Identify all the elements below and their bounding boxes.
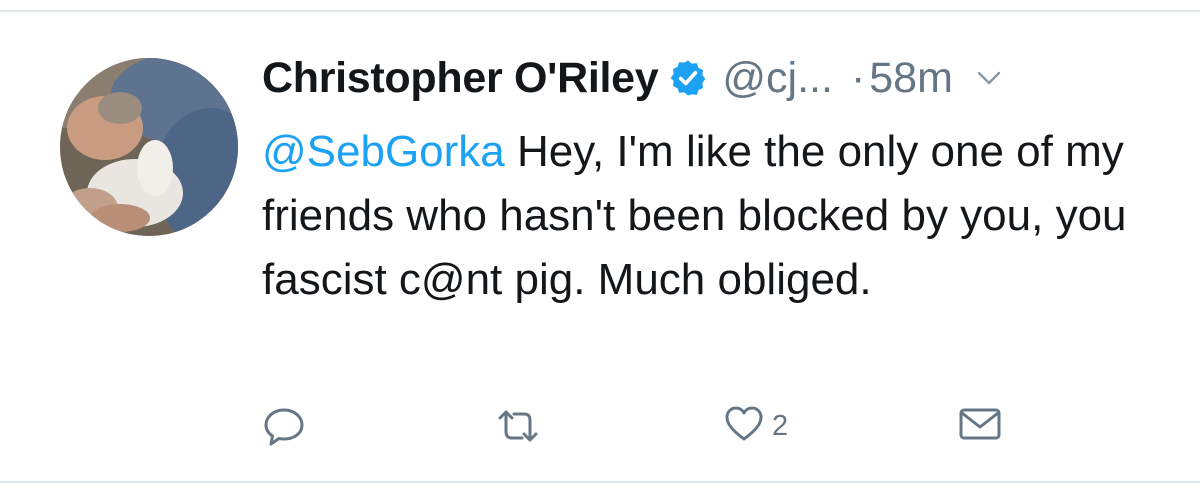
display-name[interactable]: Christopher O'Riley: [262, 54, 659, 103]
reply-button[interactable]: [262, 404, 306, 453]
action-bar: 2: [262, 404, 1022, 454]
direct-message-button[interactable]: [958, 404, 1002, 449]
tweet[interactable]: Christopher O'Riley @cj... · 58m @SebGor…: [0, 12, 1200, 481]
envelope-icon: [958, 404, 1002, 449]
bottom-divider: [0, 481, 1200, 483]
avatar-photo: [60, 58, 238, 236]
avatar[interactable]: [60, 58, 238, 236]
timestamp[interactable]: 58m: [869, 54, 953, 103]
handle[interactable]: @cj...: [722, 54, 833, 103]
dot-separator: ·: [850, 53, 866, 102]
tweet-header: Christopher O'Riley @cj... · 58m: [262, 48, 1003, 108]
reply-icon: [262, 404, 306, 453]
heart-icon: [724, 404, 764, 449]
tweet-text: @SebGorka Hey, I'm like the only one of …: [262, 120, 1162, 312]
verified-badge-icon: [668, 58, 708, 98]
retweet-icon: [494, 404, 542, 453]
chevron-down-icon[interactable]: [975, 64, 1003, 92]
mention-link[interactable]: @SebGorka: [262, 127, 505, 176]
like-button[interactable]: 2: [724, 404, 788, 449]
retweet-button[interactable]: [494, 404, 542, 453]
like-count: 2: [772, 410, 789, 442]
